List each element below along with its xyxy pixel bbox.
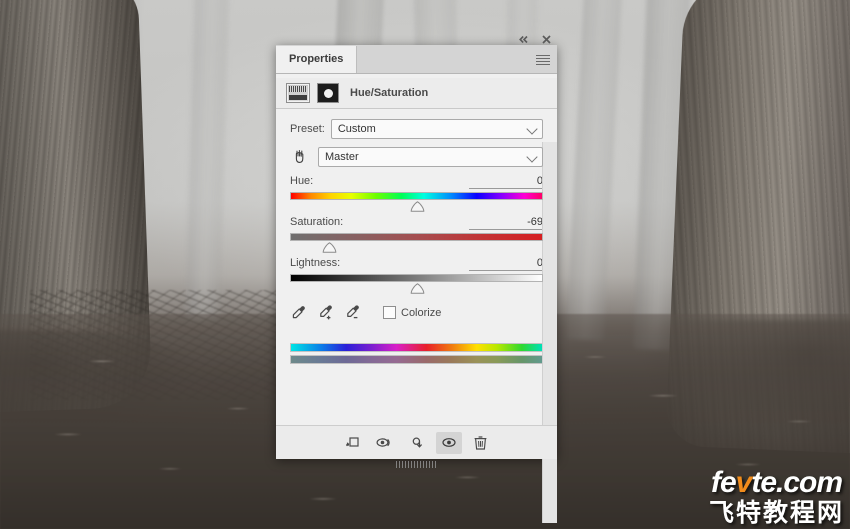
on-image-adjustment-hand-icon[interactable]	[290, 147, 312, 167]
toggle-visibility-button[interactable]	[435, 431, 462, 454]
saturation-slider-handle[interactable]	[322, 242, 337, 254]
hue-saturation-adjustment-icon[interactable]	[286, 83, 310, 103]
watermark-domain: fevte.com	[709, 468, 844, 498]
hue-slider-header: Hue: 0	[290, 175, 543, 189]
lightness-slider-header: Lightness: 0	[290, 257, 543, 271]
colorize-label: Colorize	[401, 306, 442, 319]
watermark-chinese-text: 飞特教程网	[708, 498, 844, 527]
eyedropper-add-icon[interactable]	[317, 304, 334, 321]
chevron-down-icon	[526, 123, 538, 135]
panel-tab-strip: Properties	[276, 35, 557, 74]
panel-right-gutter	[542, 142, 557, 523]
watermark-domain-part-a: fe	[710, 466, 737, 499]
colorize-checkbox-row[interactable]: Colorize	[383, 306, 441, 319]
channel-value: Master	[325, 151, 359, 163]
hamburger-menu-icon[interactable]	[536, 55, 550, 66]
saturation-track-wrap[interactable]	[290, 233, 543, 253]
saturation-track[interactable]	[290, 233, 543, 241]
hue-track[interactable]	[290, 192, 543, 200]
hue-value-input[interactable]: 0	[469, 175, 543, 189]
chevron-down-icon	[526, 151, 538, 163]
page-title: Hue/Saturation	[350, 87, 429, 99]
watermark-domain-part-b: v	[735, 466, 753, 499]
reset-button[interactable]	[404, 432, 430, 454]
lightness-value-input[interactable]: 0	[469, 257, 543, 271]
hue-track-wrap[interactable]	[290, 192, 543, 212]
background-tree-far-5	[565, 0, 623, 341]
collapse-icon[interactable]	[517, 33, 530, 46]
saturation-label: Saturation:	[290, 216, 344, 228]
eyedropper-icon[interactable]	[290, 304, 307, 321]
watermark-domain-part-c: te.com	[751, 466, 843, 499]
tools-row: Colorize	[290, 304, 543, 321]
channel-row: Master	[290, 147, 543, 167]
preset-label: Preset:	[290, 123, 325, 135]
hue-slider-handle[interactable]	[410, 201, 425, 213]
panel-body: Preset: Custom Master Hue: 0 Saturation:…	[276, 109, 557, 523]
background-tree-far-1	[185, 0, 229, 321]
hue-label: Hue:	[290, 175, 314, 187]
preset-row: Preset: Custom	[290, 119, 543, 139]
tab-properties[interactable]: Properties	[276, 46, 358, 73]
saturation-value-input[interactable]: -69	[469, 216, 543, 230]
lightness-track-wrap[interactable]	[290, 274, 543, 294]
clip-to-layer-button[interactable]	[340, 432, 366, 454]
hue-slider-block: Hue: 0	[290, 175, 543, 212]
close-icon[interactable]	[540, 33, 553, 46]
view-previous-state-button[interactable]	[372, 432, 398, 454]
lightness-track[interactable]	[290, 274, 543, 282]
watermark: fevte.com 飞特教程网	[708, 468, 844, 527]
properties-panel[interactable]: Properties Hue/Saturation Preset: Custom…	[276, 35, 557, 523]
layer-mask-thumbnail-icon[interactable]	[317, 83, 339, 103]
preset-dropdown[interactable]: Custom	[330, 119, 543, 139]
panel-title-buttons	[517, 33, 553, 46]
colorize-checkbox[interactable]	[383, 306, 396, 319]
saturation-slider-block: Saturation: -69	[290, 216, 543, 253]
lightness-slider-handle[interactable]	[410, 283, 425, 295]
panel-resize-grip[interactable]	[395, 461, 438, 468]
panel-footer	[276, 425, 557, 468]
color-range-result-bar[interactable]	[290, 355, 543, 364]
saturation-slider-header: Saturation: -69	[290, 216, 543, 230]
adjustment-header: Hue/Saturation	[276, 78, 557, 109]
channel-dropdown[interactable]: Master	[318, 147, 543, 167]
color-range-bars	[290, 343, 543, 364]
lightness-slider-block: Lightness: 0	[290, 257, 543, 294]
eyedropper-subtract-icon[interactable]	[344, 304, 361, 321]
delete-adjustment-button[interactable]	[468, 432, 494, 454]
color-range-source-bar[interactable]	[290, 343, 543, 352]
preset-value: Custom	[337, 123, 376, 135]
lightness-label: Lightness:	[290, 257, 341, 269]
screenshot-root: Properties Hue/Saturation Preset: Custom…	[0, 0, 850, 529]
